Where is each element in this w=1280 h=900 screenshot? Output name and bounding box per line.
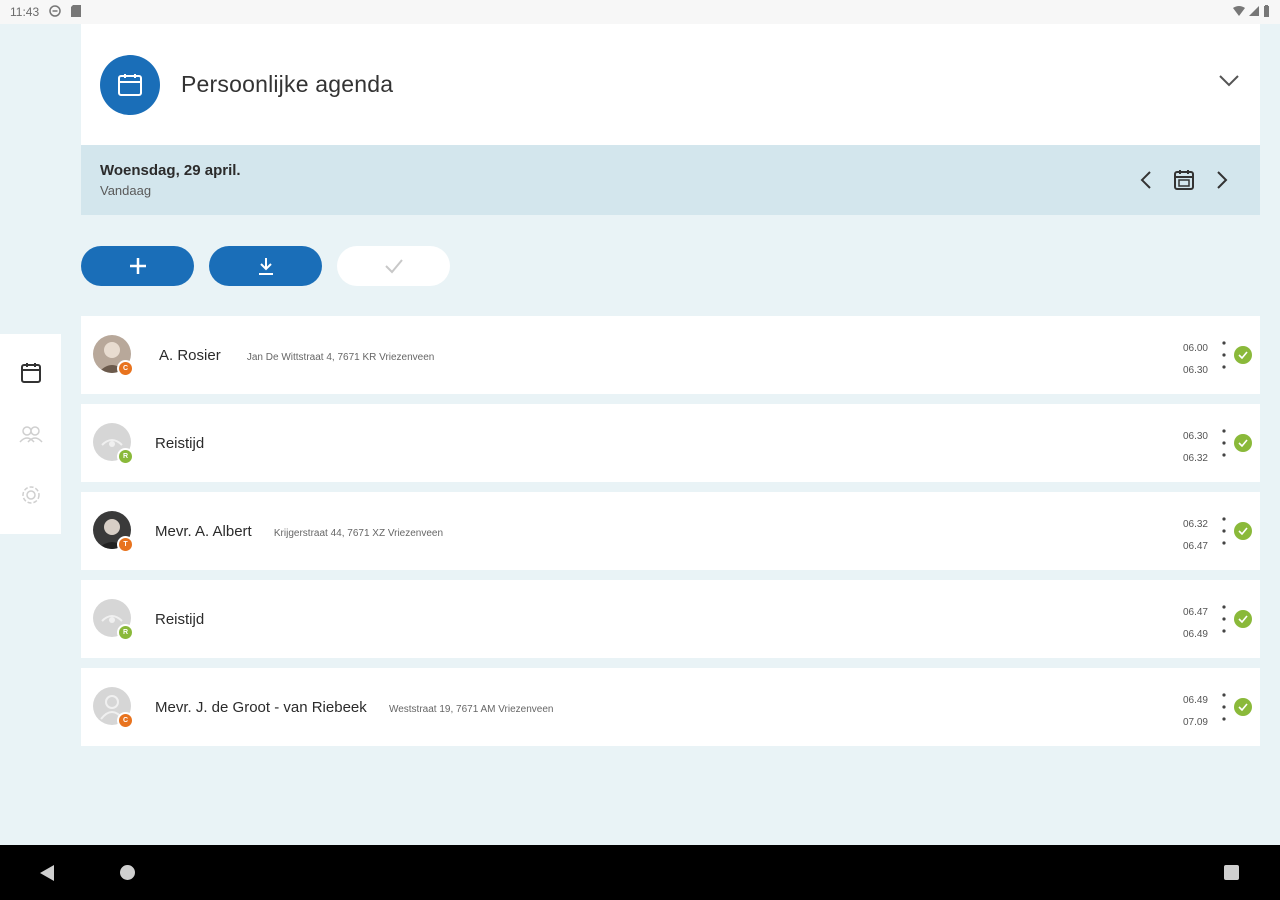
end-time: 06.30	[1182, 365, 1208, 376]
date-bar: Woensdag, 29 april. Vandaag	[81, 145, 1260, 215]
end-time: 06.49	[1182, 629, 1208, 640]
start-time: 06.32	[1182, 519, 1208, 530]
appointment-row[interactable]: R Reistijd 06.47 06.49	[81, 580, 1260, 658]
chevron-down-icon[interactable]	[1218, 74, 1240, 93]
completed-check-icon[interactable]	[1234, 522, 1252, 540]
current-date: Woensdag, 29 april.	[100, 162, 241, 179]
recent-apps-icon[interactable]	[1224, 865, 1239, 880]
date-relative-label: Vandaag	[100, 183, 152, 198]
battery-icon	[1263, 4, 1270, 20]
more-options-icon[interactable]	[1222, 692, 1226, 727]
completed-check-icon[interactable]	[1234, 698, 1252, 716]
status-time: 11:43	[10, 5, 40, 19]
client-name: Reistijd	[155, 610, 205, 628]
nav-settings-gear-icon[interactable]	[20, 484, 42, 511]
appointment-row[interactable]: C Mevr. J. de Groot - van Riebeek Westst…	[81, 668, 1260, 746]
wifi-icon	[1233, 5, 1245, 19]
end-time: 06.32	[1182, 453, 1208, 464]
end-time: 07.09	[1182, 717, 1208, 728]
action-buttons	[81, 246, 450, 286]
status-bar: 11:43	[0, 0, 1280, 24]
download-button[interactable]	[209, 246, 322, 286]
page-title: Persoonlijke agenda	[181, 71, 394, 97]
nav-clients-icon[interactable]	[18, 425, 43, 448]
appointment-row[interactable]: C A. Rosier Jan De Wittstraat 4, 7671 KR…	[81, 316, 1260, 394]
appointment-times: 06.00 06.30	[1183, 338, 1208, 382]
travel-badge: R	[117, 448, 134, 465]
system-navigation-bar	[0, 845, 1280, 900]
client-address: Krijgerstraat 44, 7671 XZ Vriezenveen	[273, 527, 444, 539]
download-icon	[258, 258, 273, 275]
agenda-header: Persoonlijke agenda	[81, 24, 1260, 145]
home-icon[interactable]	[120, 865, 135, 880]
more-options-icon[interactable]	[1222, 428, 1226, 463]
start-time: 06.47	[1182, 607, 1208, 618]
date-picker-button[interactable]	[1172, 167, 1196, 193]
appointment-row[interactable]: R Reistijd 06.30 06.32	[81, 404, 1260, 482]
travel-badge: R	[117, 624, 134, 641]
completed-check-icon[interactable]	[1234, 346, 1252, 364]
appointment-list: C A. Rosier Jan De Wittstraat 4, 7671 KR…	[81, 316, 1260, 756]
care-type-badge: C	[117, 360, 134, 377]
client-name: Mevr. A. Albert	[155, 522, 252, 540]
previous-day-button[interactable]	[1134, 167, 1158, 193]
completed-check-icon[interactable]	[1234, 610, 1252, 628]
appointment-times: 06.32 06.47	[1183, 514, 1208, 558]
back-icon[interactable]	[40, 865, 54, 886]
add-button[interactable]	[81, 246, 194, 286]
care-type-badge: T	[117, 536, 134, 553]
more-options-icon[interactable]	[1222, 340, 1226, 375]
chevron-right-icon	[1217, 171, 1228, 189]
signal-icon	[1249, 5, 1259, 19]
appointment-times: 06.30 06.32	[1183, 426, 1208, 470]
start-time: 06.30	[1182, 431, 1208, 442]
start-time: 06.00	[1182, 343, 1208, 354]
appointment-times: 06.49 07.09	[1183, 690, 1208, 734]
client-address: Weststraat 19, 7671 AM Vriezenveen	[388, 703, 554, 715]
sync-icon	[49, 4, 61, 20]
chevron-left-icon	[1140, 171, 1151, 189]
checkmark-icon	[384, 259, 403, 274]
care-type-badge: C	[117, 712, 134, 729]
sd-card-icon	[71, 4, 82, 20]
next-day-button[interactable]	[1210, 167, 1234, 193]
date-navigation	[1134, 167, 1234, 193]
client-name: Mevr. J. de Groot - van Riebeek	[155, 698, 367, 716]
side-navigation	[0, 334, 61, 534]
client-name: Reistijd	[155, 434, 205, 452]
start-time: 06.49	[1182, 695, 1208, 706]
appointment-row[interactable]: T Mevr. A. Albert Krijgerstraat 44, 7671…	[81, 492, 1260, 570]
completed-check-icon[interactable]	[1234, 434, 1252, 452]
calendar-icon	[100, 54, 160, 115]
check-all-button[interactable]	[337, 246, 450, 286]
client-address: Jan De Wittstraat 4, 7671 KR Vriezenveen	[246, 351, 435, 363]
appointment-times: 06.47 06.49	[1183, 602, 1208, 646]
end-time: 06.47	[1182, 541, 1208, 552]
nav-calendar-icon[interactable]	[20, 362, 42, 389]
calendar-picker-icon	[1174, 170, 1194, 190]
client-name: A. Rosier	[159, 346, 221, 364]
plus-icon	[129, 258, 146, 274]
more-options-icon[interactable]	[1222, 516, 1226, 551]
more-options-icon[interactable]	[1222, 604, 1226, 639]
